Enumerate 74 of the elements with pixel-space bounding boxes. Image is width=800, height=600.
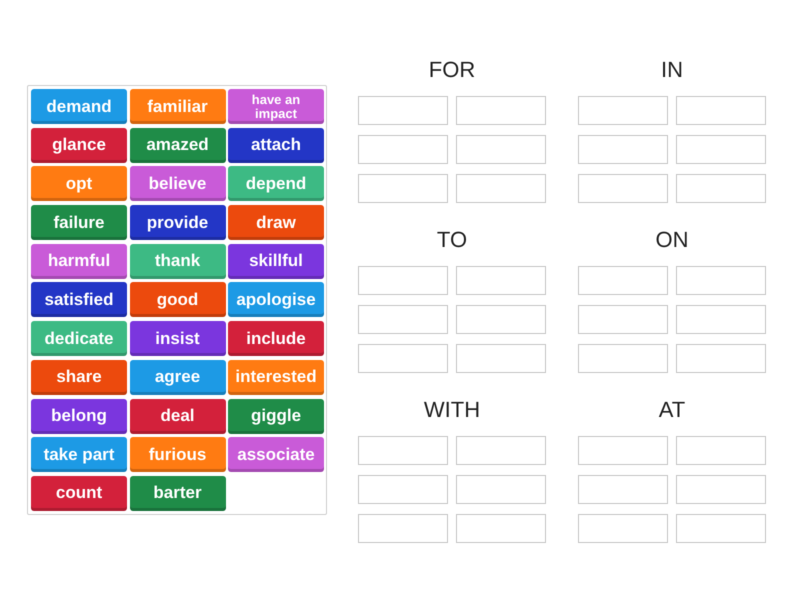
- word-tile[interactable]: good: [130, 282, 226, 318]
- word-tile[interactable]: have an impact: [228, 89, 324, 124]
- word-tile[interactable]: take part: [31, 437, 127, 472]
- answer-box[interactable]: [358, 305, 448, 334]
- word-tile[interactable]: draw: [228, 205, 324, 240]
- word-tile[interactable]: include: [228, 321, 324, 356]
- word-tile[interactable]: harmful: [31, 244, 127, 279]
- answer-box[interactable]: [358, 514, 448, 543]
- answer-box[interactable]: [358, 135, 448, 164]
- answer-box[interactable]: [456, 96, 546, 125]
- word-tile[interactable]: dedicate: [31, 321, 127, 356]
- answer-box[interactable]: [676, 135, 766, 164]
- answer-box[interactable]: [578, 514, 668, 543]
- answer-box[interactable]: [578, 135, 668, 164]
- word-tile[interactable]: belong: [31, 398, 127, 434]
- word-tile[interactable]: skillful: [228, 244, 324, 279]
- answer-box[interactable]: [578, 174, 668, 203]
- answer-box[interactable]: [676, 305, 766, 334]
- group-heading: FOR: [428, 56, 476, 84]
- answer-box[interactable]: [578, 96, 668, 125]
- answer-box[interactable]: [676, 475, 766, 504]
- answer-box[interactable]: [456, 174, 546, 203]
- word-tile[interactable]: barter: [130, 476, 226, 511]
- answer-box[interactable]: [676, 436, 766, 465]
- answer-box[interactable]: [578, 266, 668, 295]
- word-tile[interactable]: attach: [228, 128, 324, 163]
- word-tile[interactable]: share: [31, 360, 127, 395]
- answer-box[interactable]: [358, 266, 448, 295]
- word-tile[interactable]: associate: [228, 437, 324, 472]
- answer-box[interactable]: [358, 344, 448, 373]
- answer-box[interactable]: [358, 96, 448, 125]
- answer-box[interactable]: [578, 436, 668, 465]
- group-heading: WITH: [424, 396, 480, 424]
- group-heading: AT: [658, 396, 686, 424]
- word-tile[interactable]: failure: [31, 205, 127, 240]
- word-tile[interactable]: glance: [31, 128, 127, 163]
- word-tile[interactable]: opt: [31, 166, 127, 202]
- answer-box[interactable]: [578, 305, 668, 334]
- answer-box[interactable]: [456, 305, 546, 334]
- answer-box[interactable]: [456, 436, 546, 465]
- word-tile[interactable]: count: [31, 476, 127, 511]
- answer-box[interactable]: [676, 344, 766, 373]
- word-tile[interactable]: believe: [130, 166, 226, 202]
- word-tile[interactable]: agree: [130, 360, 226, 395]
- word-tile[interactable]: depend: [228, 166, 324, 202]
- answer-box[interactable]: [358, 436, 448, 465]
- word-tile[interactable]: apologise: [228, 282, 324, 318]
- answer-box[interactable]: [578, 475, 668, 504]
- answer-box[interactable]: [456, 344, 546, 373]
- group-heading: TO: [436, 226, 468, 254]
- group-heading: ON: [656, 226, 688, 254]
- answer-box[interactable]: [456, 135, 546, 164]
- answer-box[interactable]: [456, 475, 546, 504]
- word-tile[interactable]: interested: [228, 360, 324, 395]
- word-tile[interactable]: familiar: [130, 89, 226, 124]
- word-tile[interactable]: provide: [130, 205, 226, 240]
- answer-box[interactable]: [676, 96, 766, 125]
- answer-box[interactable]: [358, 174, 448, 203]
- word-tile[interactable]: insist: [130, 321, 226, 356]
- answer-box[interactable]: [578, 344, 668, 373]
- answer-box[interactable]: [456, 514, 546, 543]
- word-tile[interactable]: thank: [130, 244, 226, 279]
- answer-box[interactable]: [676, 514, 766, 543]
- answer-box[interactable]: [456, 266, 546, 295]
- answer-box[interactable]: [676, 174, 766, 203]
- word-tile[interactable]: amazed: [130, 128, 226, 163]
- answer-box[interactable]: [358, 475, 448, 504]
- answer-box[interactable]: [676, 266, 766, 295]
- word-tile[interactable]: satisfied: [31, 282, 127, 318]
- word-tile[interactable]: giggle: [228, 398, 324, 434]
- word-tile[interactable]: deal: [130, 398, 226, 434]
- word-tile[interactable]: furious: [130, 437, 226, 472]
- group-heading: IN: [661, 56, 683, 84]
- word-tile[interactable]: demand: [31, 89, 127, 124]
